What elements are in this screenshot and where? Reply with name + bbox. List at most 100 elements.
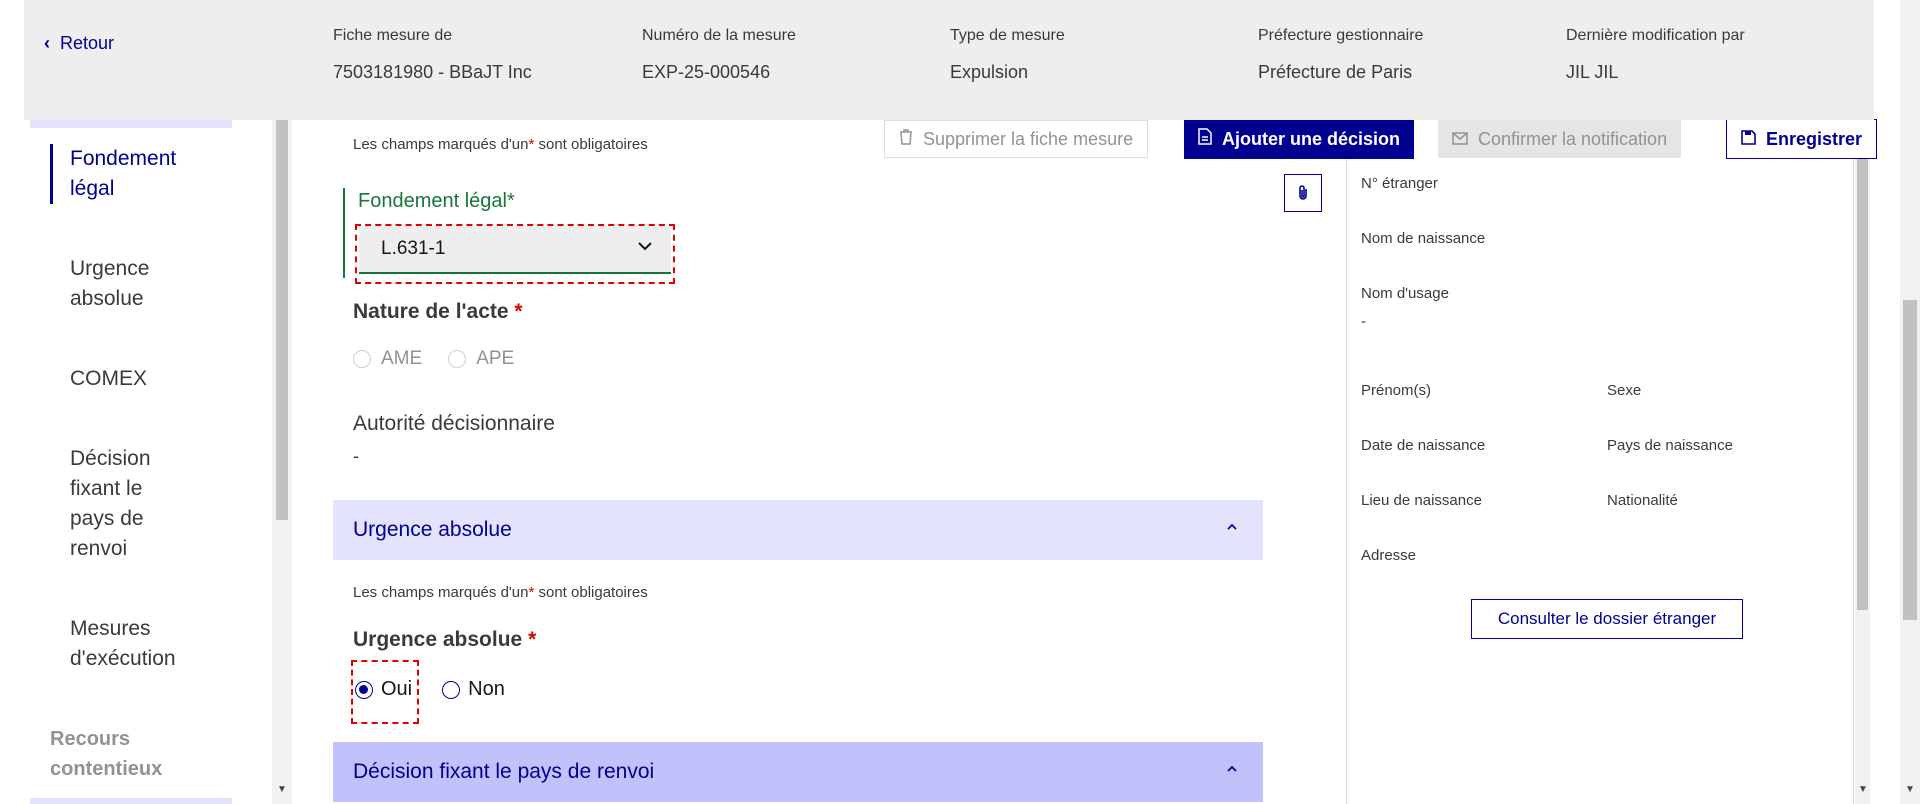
document-icon: [1198, 128, 1212, 150]
sidebar-item-urgence[interactable]: Urgence absolue: [70, 254, 180, 314]
fondement-label: Fondement légal*: [358, 190, 515, 213]
highlight-box: [351, 660, 419, 724]
identity-panel: N° étranger Nom de naissance Nom d'usage…: [1346, 120, 1854, 804]
trash-icon: [899, 128, 913, 150]
sidebar-bottom-bar: [30, 798, 232, 804]
nationalite-label: Nationalité: [1607, 492, 1678, 509]
header-label: Fiche mesure de: [333, 27, 453, 44]
section-urgence-absolue[interactable]: Urgence absolue: [333, 500, 1263, 560]
autorite-label: Autorité décisionnaire: [353, 412, 555, 435]
active-indicator: [50, 144, 53, 204]
lieu-naissance-label: Lieu de naissance: [1361, 492, 1482, 509]
sidebar-top-bar: [30, 120, 232, 128]
sidebar-group-recours[interactable]: Recours contentieux: [50, 724, 190, 784]
section-pays-renvoi[interactable]: Décision fixant le pays de renvoi: [333, 742, 1263, 802]
date-naissance-label: Date de naissance: [1361, 437, 1486, 454]
consult-dossier-button[interactable]: Consulter le dossier étranger: [1471, 599, 1743, 639]
add-decision-label: Ajouter une décision: [1222, 128, 1401, 149]
nom-usage-label: Nom d'usage: [1361, 285, 1449, 302]
save-button[interactable]: Enregistrer: [1726, 119, 1878, 159]
fondement-label-text: Fondement légal: [358, 190, 507, 212]
panel-scrollbar[interactable]: ▼: [1855, 120, 1870, 804]
header-label: Type de mesure: [950, 27, 1065, 44]
required-star: *: [514, 300, 523, 323]
add-decision-button[interactable]: Ajouter une décision: [1184, 119, 1415, 159]
delete-measure-label: Supprimer la fiche mesure: [923, 128, 1134, 149]
required-note: Les champs marqués d'un* sont obligatoir…: [353, 136, 648, 153]
scrollbar-thumb[interactable]: [1857, 140, 1868, 610]
required-note-text: Les champs marqués d'un: [353, 584, 529, 601]
prenoms-label: Prénom(s): [1361, 382, 1432, 399]
required-note: Les champs marqués d'un* sont obligatoir…: [353, 584, 648, 601]
nom-usage-value: -: [1361, 313, 1366, 330]
sexe-label: Sexe: [1607, 382, 1642, 399]
highlight-box: [355, 224, 675, 284]
scrollbar-thumb[interactable]: [1903, 300, 1917, 620]
back-link[interactable]: ‹ Retour: [44, 33, 114, 54]
radio-circle: [442, 680, 461, 699]
header-value: Expulsion: [950, 62, 1029, 82]
required-note-text: Les champs marqués d'un: [353, 136, 529, 153]
radio-label: APE: [476, 348, 515, 369]
header-label: Dernière modification par: [1566, 27, 1745, 44]
sidebar-item-comex[interactable]: COMEX: [70, 364, 147, 394]
scroll-down-arrow-icon[interactable]: ▼: [1905, 784, 1915, 795]
radio-non[interactable]: Non: [442, 678, 505, 701]
radio-circle: [448, 350, 467, 368]
main-form: Les champs marqués d'un* sont obligatoir…: [333, 120, 1322, 804]
radio-ame[interactable]: AME: [353, 348, 422, 370]
pays-naissance-label: Pays de naissance: [1607, 437, 1733, 454]
radio-label: AME: [381, 348, 423, 369]
nom-naissance-label: Nom de naissance: [1361, 230, 1486, 247]
sidebar-item-pays-renvoi[interactable]: Décision fixant le pays de renvoi: [70, 444, 170, 564]
header-col-fiche: Fiche mesure de 7503181980 - BBaJT Inc: [333, 27, 532, 83]
chevron-left-icon: ‹: [44, 33, 50, 53]
chevron-up-icon: [1226, 520, 1238, 536]
header-col-modification: Dernière modification par JIL JIL: [1566, 27, 1745, 83]
n-etranger-label: N° étranger: [1361, 175, 1438, 192]
required-star: *: [528, 584, 535, 601]
mail-icon: [1452, 129, 1468, 150]
scrollbar-thumb[interactable]: [276, 120, 288, 520]
required-star: *: [528, 136, 535, 153]
scroll-down-arrow-icon[interactable]: ▼: [1858, 784, 1868, 795]
section-title: Décision fixant le pays de renvoi: [353, 760, 655, 783]
nature-label: Nature de l'acte *: [353, 300, 523, 324]
header-value: JIL JIL: [1566, 62, 1619, 82]
radio-ape[interactable]: APE: [448, 348, 514, 370]
confirm-notification-label: Confirmer la notification: [1478, 128, 1668, 149]
required-star: *: [528, 628, 537, 651]
attach-button[interactable]: [1284, 174, 1322, 212]
sidebar-scrollbar[interactable]: ▼: [272, 120, 292, 804]
header-value: EXP-25-000546: [642, 62, 771, 82]
header-label: Numéro de la mesure: [642, 27, 796, 44]
urgence-label-text: Urgence absolue: [353, 628, 523, 651]
header-col-prefecture: Préfecture gestionnaire Préfecture de Pa…: [1258, 27, 1423, 83]
header-col-numero: Numéro de la mesure EXP-25-000546: [642, 27, 796, 83]
header-value: 7503181980 - BBaJT Inc: [333, 62, 532, 82]
paperclip-icon: [1299, 185, 1307, 200]
header-label: Préfecture gestionnaire: [1258, 27, 1424, 44]
scroll-down-arrow-icon[interactable]: ▼: [277, 784, 287, 795]
nature-radio-group: AME APE: [353, 348, 514, 370]
delete-measure-button[interactable]: Supprimer la fiche mesure: [884, 120, 1149, 158]
sidebar-item-mesures-execution[interactable]: Mesures d'exécution: [70, 614, 200, 674]
confirm-notification-button[interactable]: Confirmer la notification: [1438, 120, 1682, 158]
section-title: Urgence absolue: [353, 518, 512, 541]
sidebar-nav: Fondement légal Urgence absolue COMEX Dé…: [0, 120, 272, 804]
measure-header: ‹ Retour Fiche mesure de 7503181980 - BB…: [24, 0, 1874, 120]
back-label: Retour: [60, 33, 115, 53]
autorite-value: -: [353, 446, 359, 466]
save-label: Enregistrer: [1766, 128, 1863, 149]
radio-circle: [353, 350, 371, 368]
sidebar-item-fondement[interactable]: Fondement légal: [70, 144, 220, 204]
page-scrollbar[interactable]: ▼: [1900, 0, 1920, 804]
chevron-up-icon: [1226, 762, 1238, 778]
radio-label: Non: [468, 678, 505, 700]
urgence-label: Urgence absolue *: [353, 628, 536, 652]
header-col-type: Type de mesure Expulsion: [950, 27, 1065, 83]
valid-field-bar: [343, 188, 345, 278]
required-star: *: [506, 190, 515, 212]
adresse-label: Adresse: [1361, 547, 1417, 564]
required-note-text: sont obligatoires: [538, 584, 648, 601]
